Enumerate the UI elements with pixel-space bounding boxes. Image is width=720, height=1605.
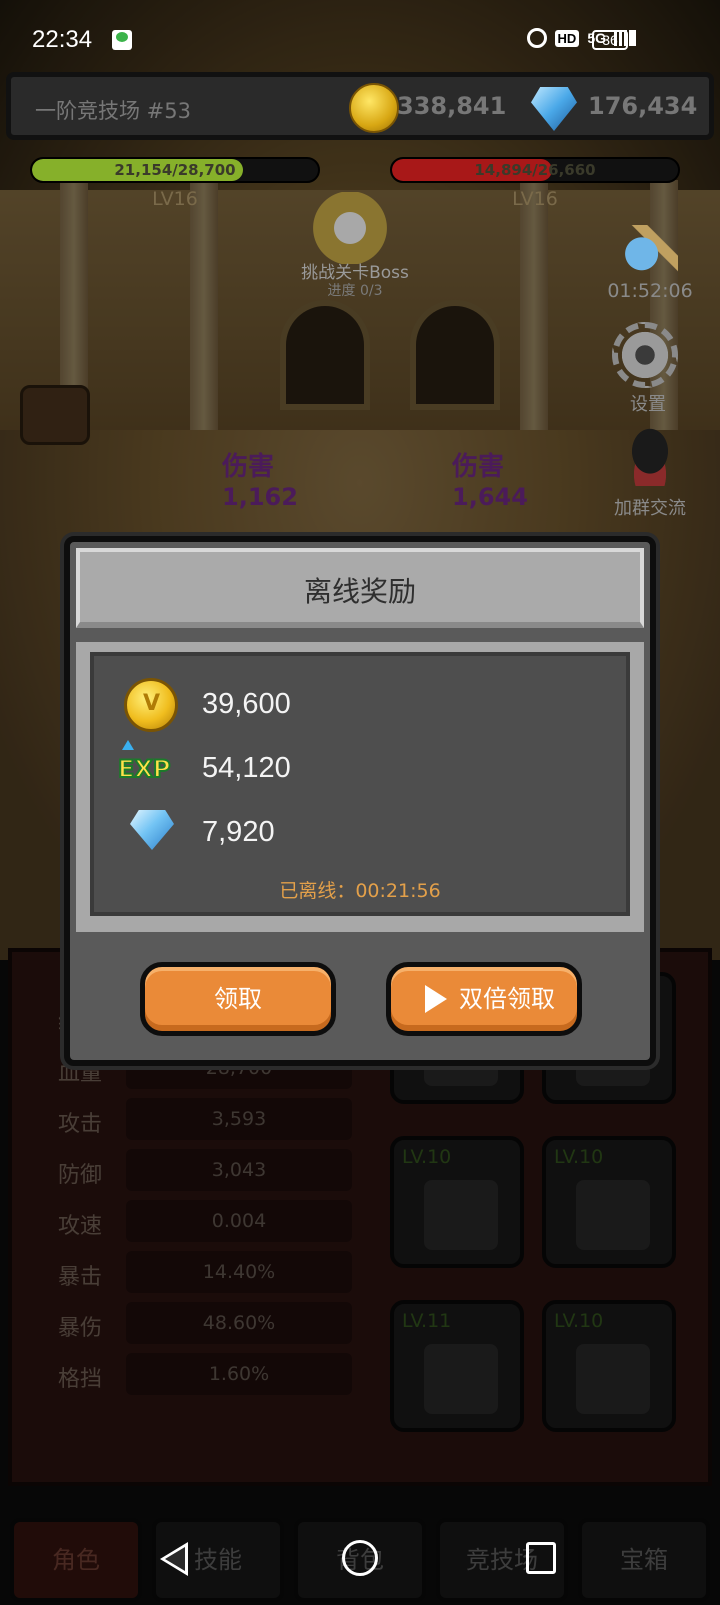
reward-exp-value: 54,120 [202, 752, 291, 784]
settings-label[interactable]: 设置 [608, 390, 688, 416]
reward-gold-value: 39,600 [202, 688, 291, 720]
diamond-icon [531, 87, 577, 131]
claim-button[interactable]: 领取 [140, 962, 336, 1036]
offline-duration: 已离线：00:21:56 [279, 880, 441, 902]
double-claim-label: 双倍领取 [459, 985, 555, 1013]
gold-amount: 338,841 [397, 92, 507, 120]
diamond-icon [130, 810, 174, 850]
resource-bar: 一阶竞技场 #53 338,841 176,434 [6, 72, 714, 140]
join-group-label[interactable]: 加群交流 [600, 494, 700, 520]
qq-penguin-icon[interactable] [622, 428, 678, 486]
home-icon[interactable] [342, 1540, 378, 1576]
double-claim-button[interactable]: 双倍领取 [386, 962, 582, 1036]
reward-list: 39,600 EXP 54,120 7,920 已离线：00:21:56 [90, 652, 630, 916]
reward-diamond-value: 7,920 [202, 816, 275, 848]
offline-reward-dialog: 离线奖励 39,600 EXP 54,120 7,920 已离线：00:21:5… [64, 536, 656, 1066]
arena-title: 一阶竞技场 #53 [35, 99, 191, 123]
status-time: 22:34 [32, 26, 93, 53]
gear-icon[interactable] [612, 322, 678, 388]
player-level: LV16 [152, 188, 198, 210]
battery-icon: 36 [592, 30, 628, 50]
buff-timer: 01:52:06 [607, 280, 693, 302]
status-bar: 22:34 HD 5G 36 [0, 0, 720, 80]
damage-label-left: 伤害 1,162 [222, 452, 298, 511]
claim-button-label: 领取 [214, 985, 262, 1013]
enemy-level: LV16 [512, 188, 558, 210]
gold-coin-icon [349, 83, 399, 133]
dialog-title: 离线奖励 [303, 575, 416, 608]
dialog-body: 39,600 EXP 54,120 7,920 已离线：00:21:56 [76, 642, 644, 932]
exp-icon: EXP [117, 740, 182, 790]
potion-icon[interactable] [622, 225, 678, 273]
enemy-hp-text: 14,894/26,660 [474, 161, 596, 179]
player-hp-bar: 21,154/28,700 [30, 157, 320, 183]
diamond-amount: 176,434 [588, 92, 698, 120]
alarm-icon [526, 28, 547, 48]
gold-coin-icon [124, 678, 178, 732]
back-icon[interactable] [160, 1542, 188, 1576]
dialog-header: 离线奖励 [76, 548, 644, 628]
recent-apps-icon[interactable] [526, 1542, 556, 1574]
boss-progress: 进度 0/3 [327, 283, 383, 299]
hd-icon: HD [554, 29, 580, 47]
player-hp-text: 21,154/28,700 [114, 161, 236, 179]
damage-label-right: 伤害 1,644 [452, 452, 528, 511]
app-notification-icon [112, 30, 132, 50]
boss-emblem-icon[interactable] [312, 192, 388, 264]
enemy-hp-bar: 14,894/26,660 [390, 157, 680, 183]
play-video-icon [425, 985, 447, 1013]
